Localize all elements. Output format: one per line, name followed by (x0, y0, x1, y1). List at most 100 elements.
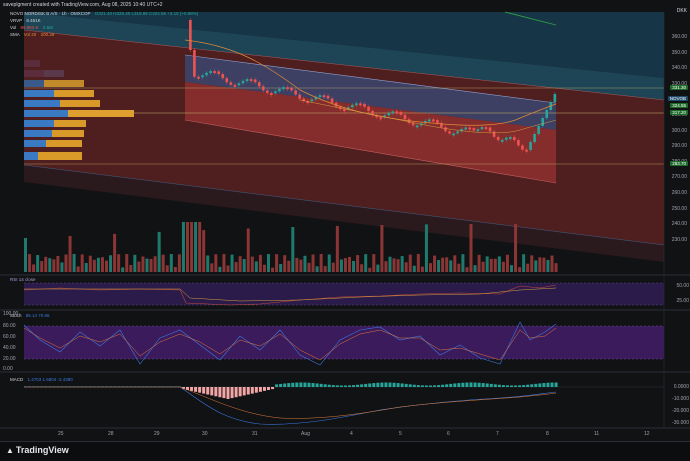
volume-bar (319, 254, 323, 272)
candle (351, 104, 354, 108)
candle (541, 118, 544, 126)
volume-bar (404, 262, 408, 272)
macd-bar (222, 387, 226, 399)
volume-bar (384, 261, 388, 272)
vrvp-label: VRVP (10, 18, 23, 23)
candle (537, 126, 540, 134)
macd-bar (469, 382, 473, 387)
macd-bar (554, 382, 558, 387)
volume-bar (44, 256, 48, 272)
volume-bar (137, 261, 141, 272)
volume-bar (501, 261, 505, 272)
volume-bar (283, 255, 287, 272)
macd-bar (271, 387, 275, 390)
candle (290, 87, 293, 91)
candle (359, 103, 362, 106)
volume-bar (121, 267, 125, 272)
macd-bar (226, 387, 230, 399)
candle (533, 134, 536, 142)
vrvp-legend[interactable]: VRVP 8.451K (10, 18, 41, 23)
macd-bar (400, 383, 404, 387)
candle (193, 50, 196, 77)
volume-bar (510, 265, 513, 272)
candle (525, 149, 528, 152)
volume-bar (303, 255, 307, 272)
volume-bar (113, 233, 117, 272)
macd-bar (384, 382, 388, 387)
volume-bar (80, 254, 84, 272)
candle (205, 72, 208, 76)
macd-bar (497, 384, 501, 387)
volume-bar (157, 231, 161, 272)
macd-bar (550, 382, 554, 387)
volume-bar (445, 257, 449, 272)
price-tick: 340.00 (671, 65, 687, 72)
macd-bar (372, 383, 376, 387)
price-tag: 324.55 (670, 103, 688, 108)
volume-bar (505, 254, 509, 272)
candle (197, 76, 200, 79)
chart-canvas[interactable] (0, 0, 690, 460)
candle (322, 95, 326, 98)
candle (249, 79, 253, 82)
macd-bar (489, 383, 493, 387)
macd-bar (295, 382, 299, 387)
candle (415, 125, 419, 128)
volume-bar (412, 265, 416, 272)
macd-bar (376, 382, 380, 387)
macd-bar (267, 387, 270, 390)
time-tick: 31 (252, 431, 258, 437)
macd-legend[interactable]: MACD 1.4703 1.6804 -2.4390 (10, 377, 73, 382)
volume-bar (538, 257, 542, 272)
candle (399, 111, 403, 115)
volume-bar (380, 224, 384, 272)
volume-bar (186, 222, 189, 272)
rsi-band (24, 283, 664, 305)
volume-bar (117, 254, 121, 272)
volume-bar (181, 222, 185, 272)
sma-legend[interactable]: SMA Vol 20 200.28 (10, 32, 54, 37)
volume-bar (307, 262, 311, 272)
volume-bar (28, 254, 32, 272)
volume-bar (364, 254, 368, 272)
candle (484, 127, 488, 130)
volume-bar (279, 264, 283, 272)
macd-bar (238, 387, 242, 397)
candle (201, 75, 204, 78)
candle (225, 78, 229, 83)
rsi-label[interactable]: RSI 14 close (10, 277, 36, 282)
volume-bar (202, 230, 206, 272)
volume-bar (469, 224, 473, 272)
macd-bar (311, 383, 315, 387)
volume-bar (526, 263, 530, 272)
candle (342, 109, 346, 112)
macd-bar (429, 385, 432, 387)
macd-bar (360, 384, 364, 387)
macd-bar (319, 383, 323, 387)
sma-value-2: 200.28 (40, 32, 55, 37)
attribution-text: saveplgment created with TradingView.com… (3, 2, 163, 8)
footer-bar: ▲ TradingView (0, 441, 690, 461)
volume-bar (315, 266, 319, 272)
stoch-band (24, 326, 664, 359)
macd-bar (246, 387, 250, 395)
macd-bar (348, 385, 351, 387)
volume-bar (429, 263, 432, 272)
volume-bar (125, 254, 129, 272)
macd-bar (453, 383, 457, 387)
macd-bar (364, 383, 368, 387)
volume-bar (76, 266, 80, 272)
macd-bar (194, 387, 198, 392)
macd-bar (457, 383, 461, 387)
stoch-tick-60: 60.00 (3, 334, 16, 340)
volume-bar (433, 255, 437, 272)
macd-bar (542, 383, 546, 387)
macd-bar (404, 383, 408, 387)
vol-legend[interactable]: Vol 99.964 K 2.5M (10, 25, 53, 30)
instrument-title[interactable]: NOVO NORDISK B A/S · 1h · OMXCOP O321.40… (10, 11, 198, 16)
candle (387, 112, 391, 116)
candle (513, 137, 516, 141)
tradingview-logo[interactable]: ▲ TradingView (6, 445, 69, 455)
candle (492, 131, 496, 137)
macd-bar (275, 384, 279, 387)
